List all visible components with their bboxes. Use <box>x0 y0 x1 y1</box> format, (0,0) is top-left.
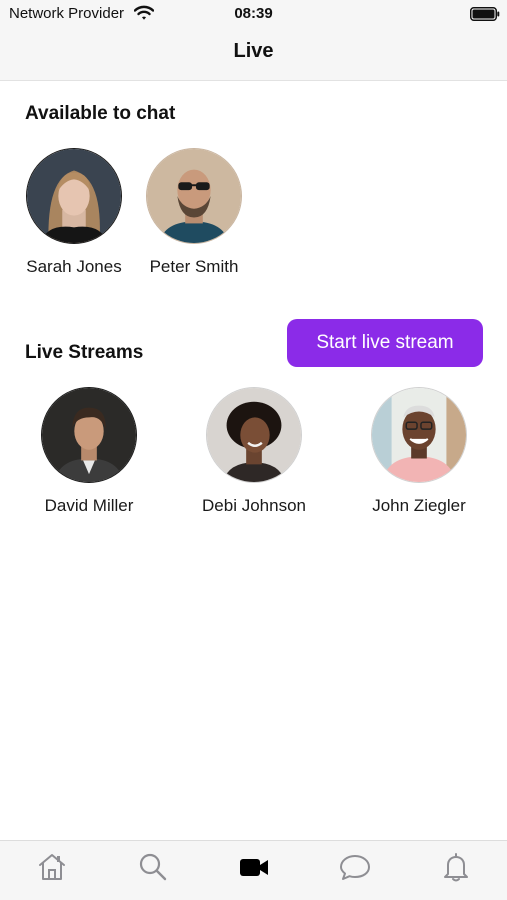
avatar-image <box>42 388 136 482</box>
stream-david-miller[interactable]: David Miller <box>19 387 159 516</box>
tab-home[interactable] <box>32 847 72 887</box>
status-bar: Network Provider 08:39 <box>0 0 507 28</box>
avatar-image <box>207 388 301 482</box>
available-to-chat-heading: Available to chat <box>25 103 176 124</box>
top-bar: Network Provider 08:39 Live <box>0 0 507 81</box>
stream-john-ziegler[interactable]: John Ziegler <box>349 387 489 516</box>
page-title: Live <box>233 40 274 62</box>
contact-name: Sarah Jones <box>26 257 122 276</box>
chat-contact-peter-smith[interactable]: Peter Smith <box>124 148 264 277</box>
streamer-name: John Ziegler <box>372 496 466 515</box>
streamer-name: David Miller <box>44 496 134 515</box>
tab-messages[interactable] <box>335 847 375 887</box>
bell-icon <box>444 853 468 882</box>
tab-live[interactable] <box>234 847 274 887</box>
avatar-image <box>27 149 121 243</box>
stream-debi-johnson[interactable]: Debi Johnson <box>184 387 324 516</box>
search-icon <box>139 853 167 881</box>
avatar <box>371 387 467 483</box>
avatar <box>206 387 302 483</box>
video-camera-icon <box>240 859 268 876</box>
start-live-stream-button[interactable]: Start live stream <box>287 319 483 367</box>
avatar <box>26 148 122 244</box>
streamer-name: Debi Johnson <box>202 496 306 515</box>
contact-name: Peter Smith <box>149 257 239 276</box>
tab-search[interactable] <box>133 847 173 887</box>
live-screen: Network Provider 08:39 Live Available to… <box>0 0 507 900</box>
battery-icon <box>470 7 500 21</box>
avatar-image <box>372 388 466 482</box>
tab-bar <box>0 840 507 900</box>
avatar <box>41 387 137 483</box>
chat-contact-sarah-jones[interactable]: Sarah Jones <box>4 148 144 277</box>
tab-notifications[interactable] <box>436 847 476 887</box>
home-icon <box>39 854 65 880</box>
avatar <box>146 148 242 244</box>
live-streams-heading: Live Streams <box>25 342 144 363</box>
avatar-image <box>147 149 241 243</box>
status-time: 08:39 <box>234 5 273 22</box>
chat-bubble-icon <box>340 855 370 880</box>
